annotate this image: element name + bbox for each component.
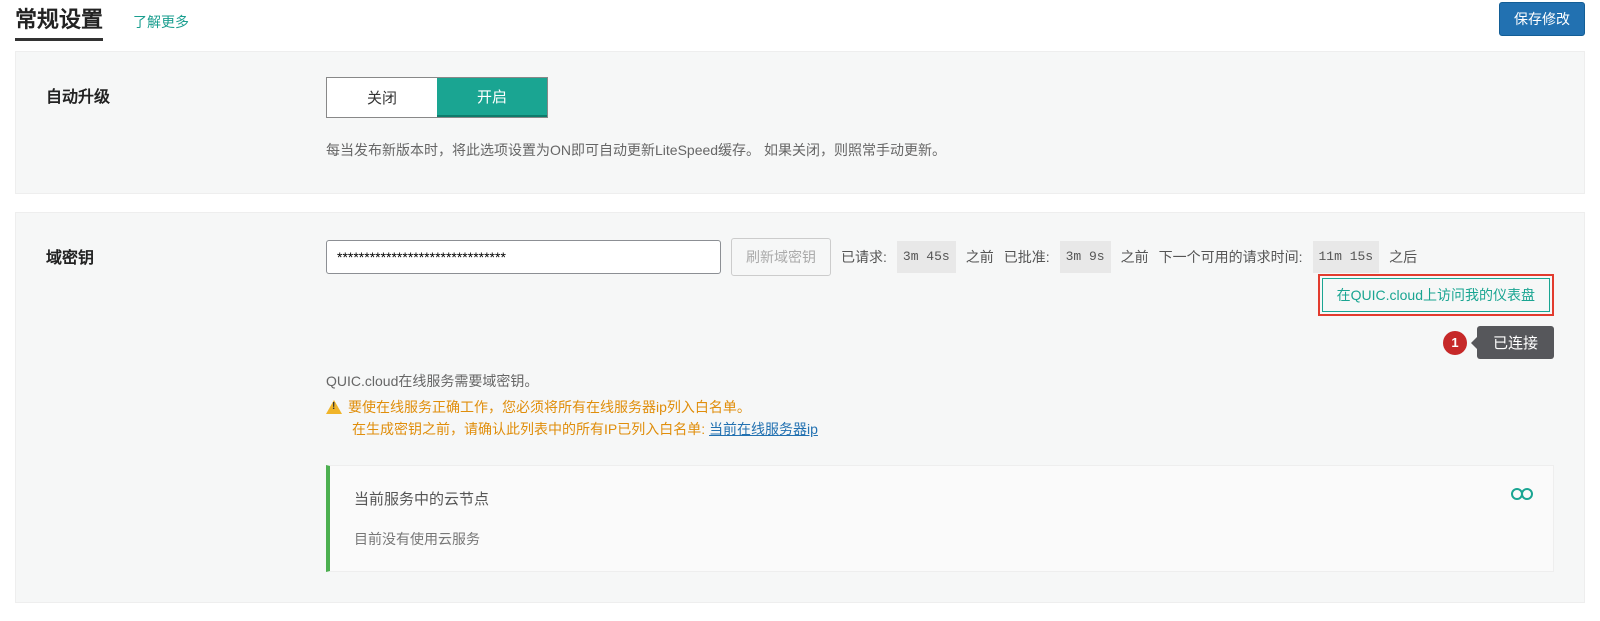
- domain-key-input[interactable]: [326, 240, 721, 274]
- auto-upgrade-description: 每当发布新版本时，将此选项设置为ON即可自动更新LiteSpeed缓存。 如果关…: [326, 138, 1554, 163]
- auto-upgrade-toggle: 关闭 开启: [326, 77, 548, 118]
- domain-key-section: 域密钥 刷新域密钥 已请求: 3m 45s 之前 已批准: 3m 9s 之前 下…: [15, 212, 1585, 603]
- learn-more-link[interactable]: 了解更多: [133, 12, 189, 32]
- next-request-time: 11m 15s: [1313, 241, 1380, 274]
- toggle-on-button[interactable]: 开启: [437, 78, 547, 117]
- approved-label: 已批准:: [1004, 242, 1050, 273]
- toggle-off-button[interactable]: 关闭: [327, 78, 437, 117]
- refresh-key-button[interactable]: 刷新域密钥: [731, 238, 831, 276]
- approved-time: 3m 9s: [1060, 241, 1111, 274]
- connected-status-badge: 已连接: [1477, 326, 1554, 359]
- cloud-card-title: 当前服务中的云节点: [354, 488, 1529, 509]
- auto-upgrade-section: 自动升级 关闭 开启 每当发布新版本时，将此选项设置为ON即可自动更新LiteS…: [15, 51, 1585, 194]
- next-request-after: 之后: [1389, 242, 1417, 273]
- requested-ago: 之前: [966, 242, 994, 273]
- save-button[interactable]: 保存修改: [1499, 2, 1585, 36]
- domain-key-info: QUIC.cloud在线服务需要域密钥。: [326, 371, 1554, 391]
- requested-label: 已请求:: [841, 242, 887, 273]
- approved-ago: 之前: [1121, 242, 1149, 273]
- domain-key-label: 域密钥: [46, 238, 326, 268]
- page-title: 常规设置: [15, 2, 103, 41]
- warning-icon: [326, 400, 342, 414]
- auto-upgrade-label: 自动升级: [46, 77, 326, 107]
- quic-dashboard-link[interactable]: 在QUIC.cloud上访问我的仪表盘: [1322, 278, 1550, 312]
- server-ip-link[interactable]: 当前在线服务器ip: [709, 421, 818, 437]
- cloud-nodes-card: 当前服务中的云节点 目前没有使用云服务: [326, 465, 1554, 572]
- warning-text-2: 在生成密钥之前，请确认此列表中的所有IP已列入白名单:: [352, 421, 709, 437]
- requested-time: 3m 45s: [897, 241, 956, 274]
- link-icon[interactable]: [1511, 484, 1533, 507]
- whitelist-warning-line1: 要使在线服务正确工作，您必须将所有在线服务器ip列入白名单。: [326, 397, 1554, 417]
- annotation-highlight-box: 在QUIC.cloud上访问我的仪表盘: [1318, 274, 1554, 316]
- cloud-card-body: 目前没有使用云服务: [354, 529, 1529, 549]
- annotation-marker-1: 1: [1443, 331, 1467, 355]
- warning-text-1: 要使在线服务正确工作，您必须将所有在线服务器ip列入白名单。: [348, 397, 751, 417]
- whitelist-warning-line2: 在生成密钥之前，请确认此列表中的所有IP已列入白名单: 当前在线服务器ip: [352, 419, 1554, 439]
- next-request-label: 下一个可用的请求时间:: [1159, 242, 1303, 273]
